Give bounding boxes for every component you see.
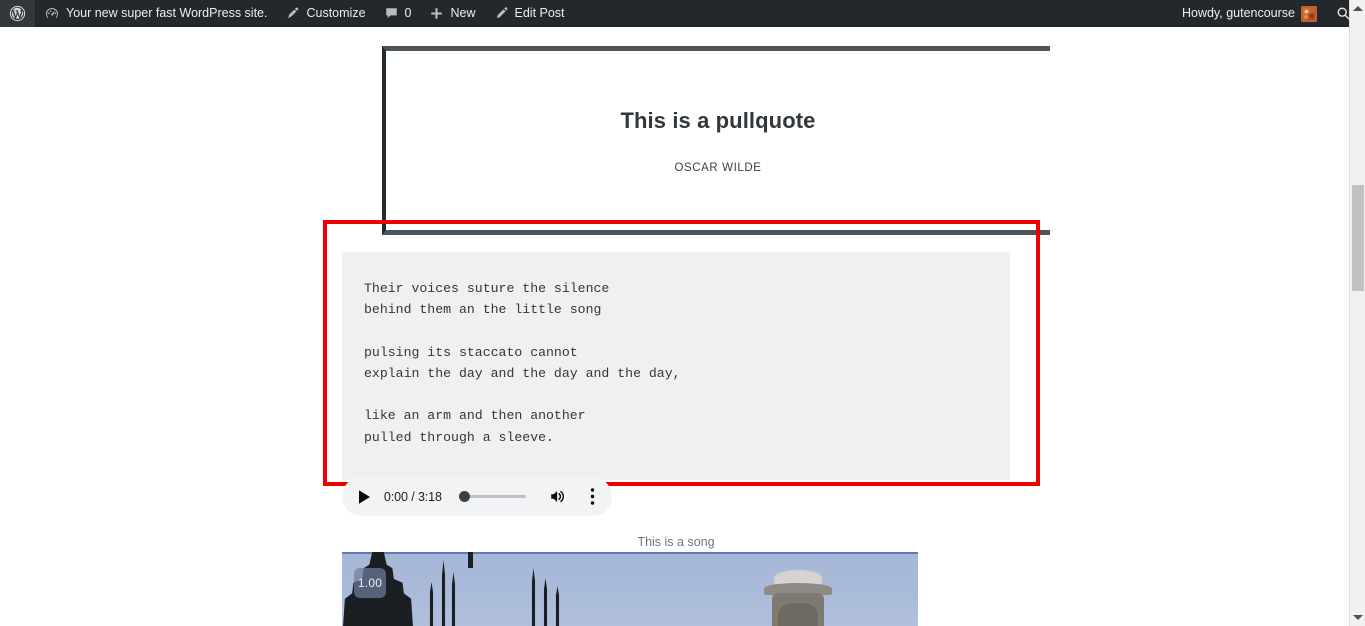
playback-rate-badge[interactable]: 1.00	[354, 568, 386, 598]
verse-block[interactable]: Their voices suture the silence behind t…	[342, 252, 1010, 481]
howdy-label: Howdy, gutencourse	[1181, 6, 1295, 20]
audio-time-display: 0:00 / 3:18	[383, 489, 442, 504]
comment-bubble-icon	[384, 6, 399, 21]
audio-progress-slider[interactable]	[458, 490, 527, 504]
vertical-scrollbar[interactable]	[1349, 0, 1365, 626]
scroll-down-arrow-icon[interactable]	[1350, 609, 1365, 626]
site-name-label: Your new super fast WordPress site.	[66, 6, 268, 20]
paintbrush-icon	[285, 6, 300, 21]
my-account-menu[interactable]: Howdy, gutencourse	[1173, 0, 1326, 27]
pullquote-text: This is a pullquote	[620, 107, 816, 133]
more-options-icon[interactable]	[584, 487, 600, 507]
wp-logo-menu[interactable]	[0, 0, 35, 27]
pullquote-citation: OSCAR WILDE	[674, 161, 762, 174]
avatar	[1301, 5, 1317, 22]
new-label: New	[450, 6, 476, 20]
comments-button[interactable]: 0	[375, 0, 421, 27]
video-block[interactable]: 1.00	[342, 552, 918, 626]
spire-tip	[468, 552, 473, 568]
video-top-edge	[342, 552, 918, 554]
admin-bar-spacer	[574, 0, 1173, 27]
stone-finial-statue	[760, 570, 838, 626]
customize-label: Customize	[306, 6, 366, 20]
admin-bar-left: Your new super fast WordPress site. Cust…	[0, 0, 574, 27]
site-name-menu[interactable]: Your new super fast WordPress site.	[35, 0, 276, 27]
audio-caption: This is a song	[637, 535, 715, 549]
edit-post-label: Edit Post	[514, 6, 565, 20]
audio-progress-thumb[interactable]	[458, 491, 470, 502]
plus-icon	[429, 6, 444, 21]
admin-bar: Your new super fast WordPress site. Cust…	[0, 0, 1365, 27]
pencil-icon	[494, 6, 509, 21]
post-content-area: This is a pullquote OSCAR WILDE Their vo…	[0, 27, 1349, 626]
edit-post-button[interactable]: Edit Post	[485, 0, 574, 27]
new-content-button[interactable]: New	[420, 0, 484, 27]
play-button[interactable]	[357, 488, 373, 506]
dashboard-speedometer-icon	[44, 6, 60, 22]
customize-button[interactable]: Customize	[276, 0, 374, 27]
scrollbar-thumb[interactable]	[1352, 185, 1364, 291]
admin-bar-right: Howdy, gutencourse	[1173, 0, 1365, 27]
scroll-up-arrow-icon[interactable]	[1350, 0, 1365, 17]
finial-body	[772, 593, 824, 626]
volume-icon[interactable]	[548, 487, 567, 507]
comments-count: 0	[404, 6, 412, 20]
pullquote-block[interactable]: This is a pullquote OSCAR WILDE	[382, 46, 1050, 235]
audio-player[interactable]: 0:00 / 3:18	[342, 477, 612, 516]
wordpress-logo-icon	[9, 5, 26, 22]
